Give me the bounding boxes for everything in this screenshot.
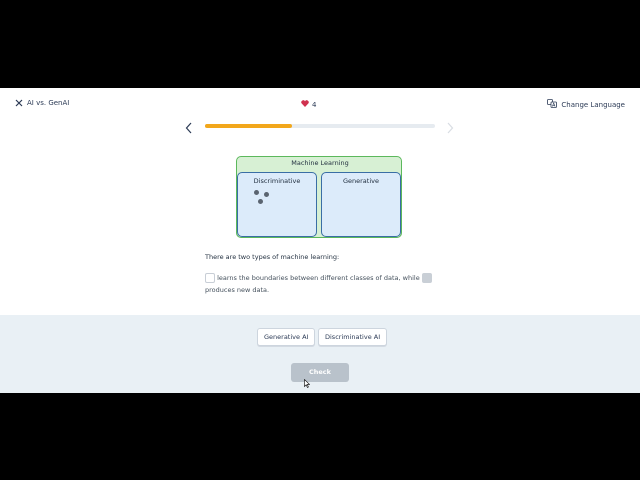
cursor-icon <box>304 373 311 392</box>
lesson-title: AI vs. GenAI <box>27 99 70 107</box>
sentence-end: produces new data. <box>205 286 270 294</box>
hearts-counter: 4 <box>301 100 316 109</box>
close-icon[interactable] <box>15 99 23 107</box>
heart-icon <box>301 100 309 109</box>
data-point <box>258 199 263 204</box>
fill-in-sentence: learns the boundaries between different … <box>205 272 435 296</box>
hearts-count: 4 <box>312 100 317 109</box>
machine-learning-label: Machine Learning <box>291 159 349 167</box>
change-language-button[interactable]: Change Language <box>547 99 625 110</box>
change-language-label: Change Language <box>561 100 625 109</box>
answer-blank-2[interactable] <box>421 273 432 283</box>
question-intro: There are two types of machine learning: <box>205 253 340 261</box>
chevron-right-icon[interactable] <box>446 119 454 138</box>
progress-bar <box>205 124 435 128</box>
generative-label: Generative <box>342 177 379 185</box>
close-lesson-button[interactable]: AI vs. GenAI <box>15 99 69 107</box>
option-discriminative-ai[interactable]: Discriminative AI <box>318 328 388 346</box>
generative-box: Generative <box>321 172 401 237</box>
progress-row <box>0 118 640 134</box>
answer-panel: Generative AI Discriminative AI Check <box>0 315 640 393</box>
option-generative-ai[interactable]: Generative AI <box>257 328 316 346</box>
lesson-app: AI vs. GenAI 4 Change Language Machine L… <box>0 88 640 393</box>
answer-blank-1[interactable] <box>205 273 215 283</box>
sentence-middle: learns the boundaries between different … <box>217 274 420 282</box>
ml-diagram: Machine Learning Discriminative Generati… <box>236 156 404 240</box>
discriminative-box: Discriminative <box>237 172 317 237</box>
check-button[interactable]: Check <box>291 363 349 382</box>
discriminative-label: Discriminative <box>253 177 301 185</box>
chevron-left-icon[interactable] <box>185 119 193 138</box>
progress-fill <box>205 124 293 128</box>
data-point <box>264 192 269 197</box>
data-point <box>254 190 259 195</box>
translate-icon <box>547 99 558 110</box>
